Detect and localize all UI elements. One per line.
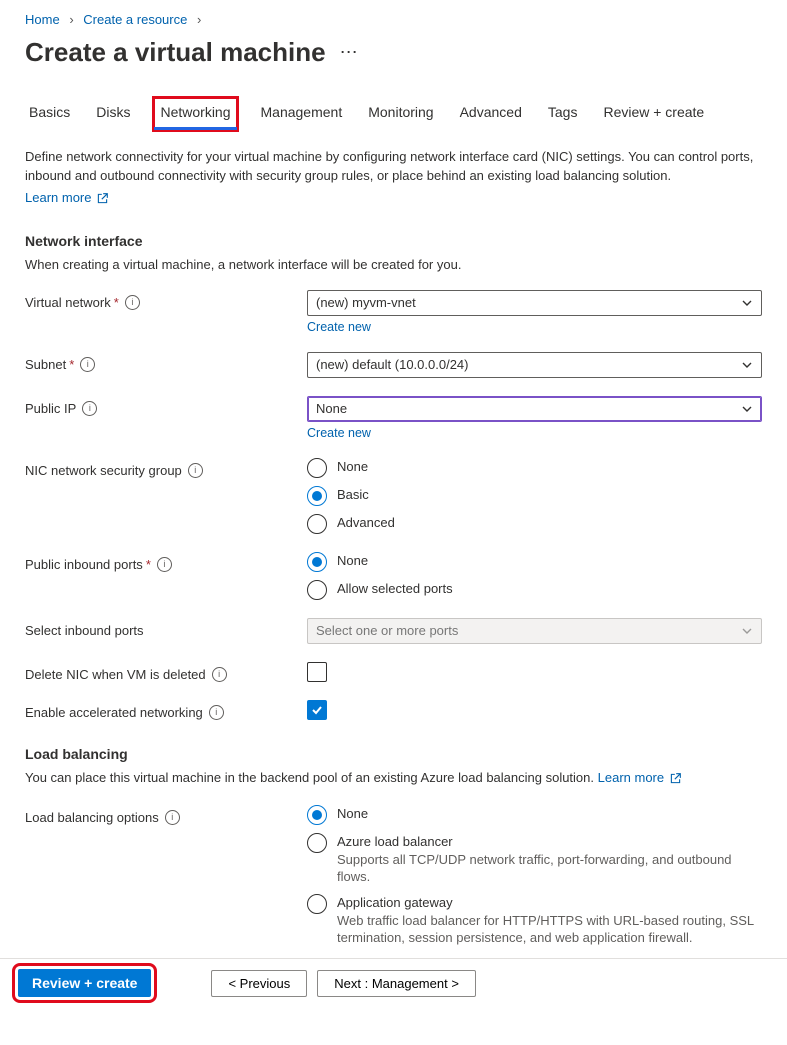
footer: Review + create < Previous Next : Manage… xyxy=(0,958,787,1007)
tab-networking[interactable]: Networking xyxy=(154,98,236,130)
lb-radio-app-gateway[interactable]: Application gateway Web traffic load bal… xyxy=(307,894,762,947)
breadcrumb-home[interactable]: Home xyxy=(25,12,60,27)
section-load-balancing: Load balancing xyxy=(25,746,762,762)
lb-radio-none[interactable]: None xyxy=(307,805,762,825)
info-icon[interactable]: i xyxy=(212,667,227,682)
external-link-icon xyxy=(97,192,108,207)
info-icon[interactable]: i xyxy=(157,557,172,572)
virtual-network-value: (new) myvm-vnet xyxy=(316,295,416,310)
label-virtual-network: Virtual network xyxy=(25,295,111,310)
label-public-inbound-ports: Public inbound ports xyxy=(25,557,143,572)
nsg-radio-none[interactable]: None xyxy=(307,458,762,478)
next-button[interactable]: Next : Management > xyxy=(317,970,476,997)
select-inbound-ports-select: Select one or more ports xyxy=(307,618,762,644)
page-title: Create a virtual machine xyxy=(25,37,326,68)
more-icon[interactable]: ⋯ xyxy=(340,42,360,63)
public-ip-value: None xyxy=(316,401,347,416)
label-accel-networking: Enable accelerated networking xyxy=(25,705,203,720)
select-inbound-placeholder: Select one or more ports xyxy=(316,623,458,638)
tabs: Basics Disks Networking Management Monit… xyxy=(27,98,762,130)
external-link-icon xyxy=(670,772,681,787)
info-icon[interactable]: i xyxy=(82,401,97,416)
chevron-right-icon: › xyxy=(69,12,73,27)
load-balancing-desc: You can place this virtual machine in th… xyxy=(25,770,762,787)
tab-basics[interactable]: Basics xyxy=(27,98,72,130)
info-icon[interactable]: i xyxy=(188,463,203,478)
chevron-down-icon xyxy=(741,297,753,309)
chevron-down-icon xyxy=(741,625,753,637)
chevron-down-icon xyxy=(741,359,753,371)
label-delete-nic: Delete NIC when VM is deleted xyxy=(25,667,206,682)
breadcrumb-create-resource[interactable]: Create a resource xyxy=(83,12,187,27)
required-icon: * xyxy=(146,557,151,572)
info-icon[interactable]: i xyxy=(209,705,224,720)
delete-nic-checkbox[interactable] xyxy=(307,662,327,682)
public-ip-create-new-link[interactable]: Create new xyxy=(307,426,371,440)
required-icon: * xyxy=(114,295,119,310)
breadcrumb: Home › Create a resource › xyxy=(25,0,762,33)
intro-text: Define network connectivity for your vir… xyxy=(25,148,762,186)
lb-learn-more-link[interactable]: Learn more xyxy=(598,770,681,785)
intro-learn-more-link[interactable]: Learn more xyxy=(25,190,108,205)
subnet-select[interactable]: (new) default (10.0.0.0/24) xyxy=(307,352,762,378)
info-icon[interactable]: i xyxy=(165,810,180,825)
network-interface-desc: When creating a virtual machine, a netwo… xyxy=(25,257,762,272)
tab-monitoring[interactable]: Monitoring xyxy=(366,98,435,130)
vnet-create-new-link[interactable]: Create new xyxy=(307,320,371,334)
label-nsg: NIC network security group xyxy=(25,463,182,478)
inbound-radio-none[interactable]: None xyxy=(307,552,762,572)
tab-advanced[interactable]: Advanced xyxy=(458,98,524,130)
inbound-radio-allow[interactable]: Allow selected ports xyxy=(307,580,762,600)
label-public-ip: Public IP xyxy=(25,401,76,416)
label-lb-options: Load balancing options xyxy=(25,810,159,825)
nsg-radio-advanced[interactable]: Advanced xyxy=(307,514,762,534)
virtual-network-select[interactable]: (new) myvm-vnet xyxy=(307,290,762,316)
info-icon[interactable]: i xyxy=(125,295,140,310)
nsg-radio-basic[interactable]: Basic xyxy=(307,486,762,506)
tab-disks[interactable]: Disks xyxy=(94,98,132,130)
chevron-right-icon: › xyxy=(197,12,201,27)
tab-review[interactable]: Review + create xyxy=(601,98,706,130)
required-icon: * xyxy=(69,357,74,372)
tab-tags[interactable]: Tags xyxy=(546,98,580,130)
section-network-interface: Network interface xyxy=(25,233,762,249)
subnet-value: (new) default (10.0.0.0/24) xyxy=(316,357,468,372)
label-subnet: Subnet xyxy=(25,357,66,372)
lb-radio-azure-lb[interactable]: Azure load balancer Supports all TCP/UDP… xyxy=(307,833,762,886)
review-create-button[interactable]: Review + create xyxy=(18,969,151,997)
info-icon[interactable]: i xyxy=(80,357,95,372)
public-ip-select[interactable]: None xyxy=(307,396,762,422)
previous-button[interactable]: < Previous xyxy=(211,970,307,997)
chevron-down-icon xyxy=(741,403,753,415)
tab-management[interactable]: Management xyxy=(259,98,345,130)
accelerated-networking-checkbox[interactable] xyxy=(307,700,327,720)
label-select-inbound-ports: Select inbound ports xyxy=(25,623,144,638)
